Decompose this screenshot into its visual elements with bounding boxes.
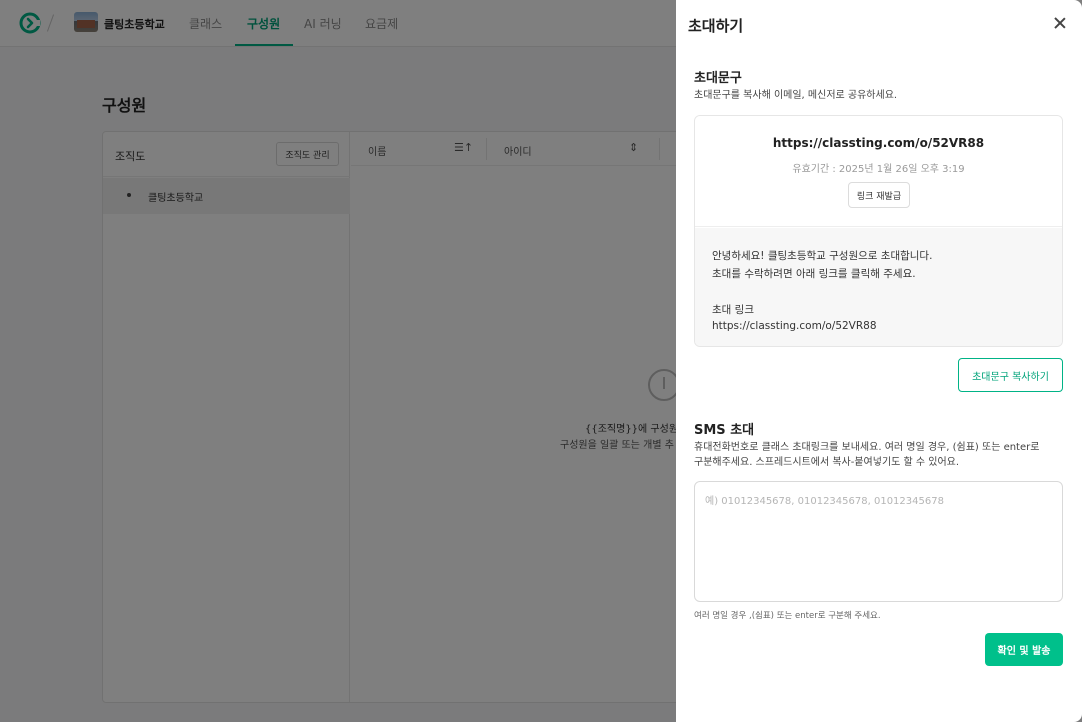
close-icon[interactable]	[1051, 15, 1069, 33]
invite-url: https://classting.com/o/52VR88	[772, 136, 985, 150]
invite-message-line: 초대 링크	[712, 304, 754, 316]
invite-link-box: https://classting.com/o/52VR88 유효기간 : 20…	[695, 116, 1062, 227]
invite-message-box: 안녕하세요! 클팅초등학교 구성원으로 초대합니다. 초대를 수락하려면 아래 …	[695, 228, 1062, 346]
invite-message-link: https://classting.com/o/52VR88	[712, 320, 877, 332]
copy-invite-button[interactable]: 초대문구 복사하기	[958, 358, 1063, 392]
invite-card: https://classting.com/o/52VR88 유효기간 : 20…	[694, 115, 1063, 347]
drawer-title: 초대하기	[688, 17, 744, 35]
invite-expiry: 유효기간 : 2025년 1월 26일 오후 3:19	[792, 164, 965, 175]
sms-phone-input[interactable]	[694, 481, 1063, 602]
confirm-send-button[interactable]: 확인 및 발송	[985, 633, 1063, 666]
invite-section-title: 초대문구	[694, 71, 742, 86]
sms-section-desc-line2: 구분해주세요. 스프레드시트에서 복사-붙여넣기도 할 수 있어요.	[694, 457, 960, 468]
invite-section-desc: 초대문구를 복사해 이메일, 메신저로 공유하세요.	[694, 90, 898, 101]
invite-drawer: 초대하기 초대문구 초대문구를 복사해 이메일, 메신저로 공유하세요. htt…	[676, 0, 1082, 722]
invite-message-line: 안녕하세요! 클팅초등학교 구성원으로 초대합니다.	[712, 250, 933, 262]
sms-section-desc-line1: 휴대전화번호로 클래스 초대링크를 보내세요. 여러 명일 경우, (쉼표) 또…	[694, 442, 1040, 453]
reissue-link-button[interactable]: 링크 재발급	[848, 182, 910, 208]
sms-section-title: SMS 초대	[694, 423, 755, 438]
invite-message-line: 초대를 수락하려면 아래 링크를 클릭해 주세요.	[712, 268, 916, 280]
sms-input-hint: 여러 명일 경우 ,(쉼표) 또는 enter로 구분해 주세요.	[694, 611, 881, 621]
